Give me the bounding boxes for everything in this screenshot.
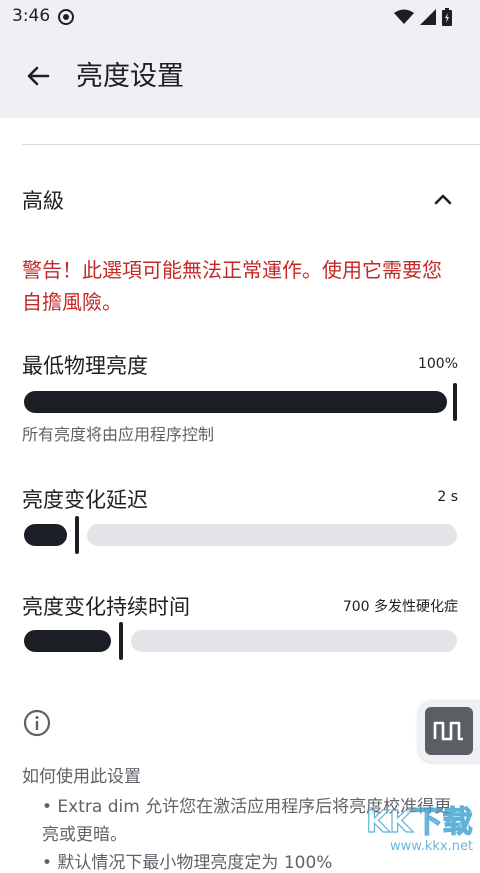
wifi-icon xyxy=(394,9,414,24)
slider-thumb[interactable] xyxy=(75,516,79,554)
page-title: 亮度设置 xyxy=(76,61,184,92)
divider xyxy=(22,144,480,145)
back-arrow-icon[interactable] xyxy=(22,60,54,92)
waveform-icon xyxy=(433,721,463,741)
slider-fill xyxy=(24,524,67,546)
slider-fill xyxy=(24,630,111,652)
help-title: 如何使用此设置 xyxy=(22,767,141,787)
svg-text:www.kkx.net: www.kkx.net xyxy=(390,839,473,854)
brightness-duration-title: 亮度变化持续时间 xyxy=(22,595,190,619)
signal-icon xyxy=(420,9,436,25)
brightness-duration-value: 700 多发性硬化症 xyxy=(342,599,458,615)
slider-thumb[interactable] xyxy=(453,383,457,421)
brightness-gear-icon xyxy=(58,9,74,25)
brightness-delay-title: 亮度变化延迟 xyxy=(22,488,148,512)
battery-icon xyxy=(442,8,452,26)
min-brightness-value: 100% xyxy=(417,356,458,372)
help-bullet: • 默认情况下最小物理亮度定为 100% xyxy=(42,853,333,873)
kkx-watermark-logo: KK下载 www.kkx.net xyxy=(365,804,473,854)
min-brightness-slider[interactable] xyxy=(24,383,457,421)
info-icon xyxy=(23,709,51,737)
chevron-up-icon[interactable] xyxy=(432,188,454,210)
section-label: 高級 xyxy=(22,189,64,213)
min-brightness-subtitle: 所有亮度将由应用程序控制 xyxy=(22,425,215,444)
slider-track xyxy=(131,630,457,652)
status-icons xyxy=(394,6,452,28)
min-brightness-title: 最低物理亮度 xyxy=(22,354,148,378)
status-time: 3:46 xyxy=(12,6,51,26)
floating-action-button[interactable] xyxy=(418,700,480,762)
slider-fill xyxy=(24,391,447,413)
status-bar: 3:46 xyxy=(0,0,480,34)
brightness-delay-slider[interactable] xyxy=(24,516,457,554)
slider-thumb[interactable] xyxy=(119,622,123,660)
slider-track xyxy=(87,524,457,546)
app-bar: 亮度设置 xyxy=(0,34,480,118)
warning-text: 警告！此選項可能無法正常運作。使用它需要您自擔風險。 xyxy=(22,258,442,314)
floating-button-face xyxy=(425,707,473,755)
brightness-duration-slider[interactable] xyxy=(24,622,457,660)
svg-text:KK下载: KK下载 xyxy=(366,805,473,840)
brightness-delay-value: 2 s xyxy=(437,489,458,505)
